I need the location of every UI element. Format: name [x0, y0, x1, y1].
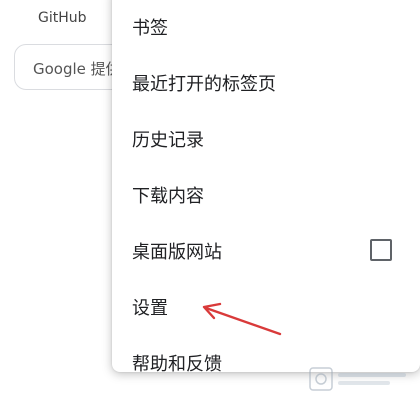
menu-item-label: 历史记录 — [132, 130, 204, 151]
menu-item-desktop-site[interactable]: 桌面版网站 — [112, 224, 420, 276]
menu-item-label: 书签 — [132, 18, 168, 39]
menu-item-recent-tabs[interactable]: 最近打开的标签页 — [112, 56, 420, 108]
menu-item-label: 帮助和反馈 — [132, 354, 222, 372]
menu-item-downloads[interactable]: 下载内容 — [112, 168, 420, 220]
menu-item-label: 最近打开的标签页 — [132, 74, 276, 95]
github-link[interactable]: GitHub — [38, 10, 87, 26]
menu-item-label: 下载内容 — [132, 186, 204, 207]
watermark-logo-icon — [309, 367, 406, 391]
menu-item-label: 设置 — [132, 298, 168, 319]
menu-item-bookmarks[interactable]: 书签 — [112, 0, 420, 52]
annotation-arrow-icon — [202, 302, 282, 336]
menu-item-label: 桌面版网站 — [132, 242, 222, 263]
desktop-site-checkbox[interactable] — [370, 239, 392, 261]
menu-item-history[interactable]: 历史记录 — [112, 112, 420, 164]
browser-page: GitHub Google 提供的 书签 最近打开的标签页 历史记录 下载内容 … — [0, 0, 420, 400]
